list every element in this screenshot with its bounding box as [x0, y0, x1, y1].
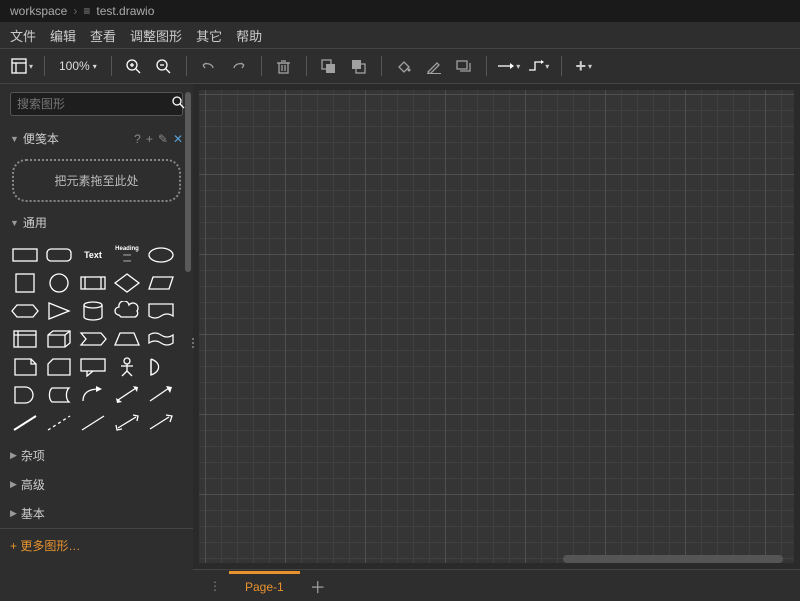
breadcrumb-separator: › [73, 4, 77, 18]
to-front-button[interactable] [315, 52, 343, 80]
chevron-down-icon: ▼ [10, 134, 19, 144]
shape-heading[interactable]: Heading━━━━━━━━━━ [112, 243, 142, 267]
shape-card[interactable] [44, 355, 74, 379]
shape-arrow[interactable] [146, 383, 176, 407]
menu-extras[interactable]: 其它 [196, 26, 222, 45]
shape-dashed-line[interactable] [44, 411, 74, 435]
shape-callout[interactable] [78, 355, 108, 379]
misc-header[interactable]: ▶ 杂项 [0, 441, 193, 470]
basic-title: 基本 [21, 505, 45, 522]
shape-line[interactable] [78, 411, 108, 435]
line-color-button[interactable] [420, 52, 448, 80]
drawing-canvas[interactable] [199, 90, 794, 563]
shapes-generic-title: 通用 [23, 214, 47, 231]
file-type-icon: ≡ [83, 4, 90, 18]
basic-header[interactable]: ▶ 基本 [0, 499, 193, 528]
redo-button[interactable] [225, 52, 253, 80]
shapes-palette: Text Heading━━━━━━━━━━ [0, 237, 193, 441]
breadcrumb-root[interactable]: workspace [10, 4, 67, 18]
search-icon[interactable] [172, 96, 185, 112]
menubar: 文件 编辑 查看 调整图形 其它 帮助 [0, 22, 800, 48]
add-page-button[interactable]: ＋ [300, 574, 336, 598]
shape-process[interactable] [78, 271, 108, 295]
help-icon[interactable]: ? [134, 132, 141, 146]
shape-line-thick[interactable] [10, 411, 40, 435]
menu-file[interactable]: 文件 [10, 26, 36, 45]
shape-bidir-thin-arrow[interactable] [112, 411, 142, 435]
waypoint-button[interactable]: ▾ [525, 52, 553, 80]
shape-curve-arrow[interactable] [78, 383, 108, 407]
misc-title: 杂项 [21, 447, 45, 464]
shape-thin-arrow[interactable] [146, 411, 176, 435]
shapes-generic-header[interactable]: ▼ 通用 [0, 208, 193, 237]
shape-cube[interactable] [44, 327, 74, 351]
zoom-in-button[interactable] [120, 52, 148, 80]
shape-square[interactable] [10, 271, 40, 295]
shape-ellipse[interactable] [146, 243, 176, 267]
view-mode-button[interactable]: ▾ [8, 52, 36, 80]
breadcrumb: workspace › ≡ test.drawio [0, 0, 800, 22]
page-tab-1[interactable]: Page-1 [229, 571, 300, 600]
fill-color-button[interactable] [390, 52, 418, 80]
menu-view[interactable]: 查看 [90, 26, 116, 45]
shape-cylinder[interactable] [78, 299, 108, 323]
sidebar-splitter[interactable] [190, 333, 196, 353]
shape-triangle[interactable] [44, 299, 74, 323]
close-icon[interactable]: ✕ [173, 132, 183, 146]
scratchpad-title: 便笺本 [23, 130, 59, 147]
undo-button[interactable] [195, 52, 223, 80]
zoom-out-button[interactable] [150, 52, 178, 80]
menu-arrange[interactable]: 调整图形 [130, 26, 182, 45]
shape-circle[interactable] [44, 271, 74, 295]
shape-document[interactable] [146, 299, 176, 323]
shape-tape[interactable] [146, 327, 176, 351]
shape-text[interactable]: Text [78, 243, 108, 267]
toolbar: ▾ 100%▾ ▾ ▾ +▾ [0, 48, 800, 84]
shape-diamond[interactable] [112, 271, 142, 295]
shapes-sidebar: ▼ 便笺本 ? + ✎ ✕ 把元素拖至此处 ▼ 通用 Text [0, 84, 193, 601]
more-shapes-button[interactable]: + 更多图形… [0, 528, 193, 562]
scratchpad-dropzone[interactable]: 把元素拖至此处 [12, 159, 181, 202]
menu-edit[interactable]: 编辑 [50, 26, 76, 45]
shape-or[interactable] [146, 355, 176, 379]
edit-icon[interactable]: ✎ [158, 132, 168, 146]
shape-and[interactable] [10, 383, 40, 407]
shape-parallelogram[interactable] [146, 271, 176, 295]
shape-trapezoid[interactable] [112, 327, 142, 351]
chevron-right-icon: ▶ [10, 479, 17, 490]
to-back-button[interactable] [345, 52, 373, 80]
scratchpad-header[interactable]: ▼ 便笺本 ? + ✎ ✕ [0, 124, 193, 153]
search-shapes-box [10, 92, 183, 116]
advanced-header[interactable]: ▶ 高级 [0, 470, 193, 499]
shape-rectangle[interactable] [10, 243, 40, 267]
shape-step[interactable] [78, 327, 108, 351]
canvas-horizontal-scrollbar[interactable] [563, 555, 783, 563]
shape-hexagon[interactable] [10, 299, 40, 323]
menu-help[interactable]: 帮助 [236, 26, 262, 45]
search-shapes-input[interactable] [17, 97, 172, 111]
pages-menu-button[interactable]: ⋮ [201, 579, 229, 593]
shape-actor[interactable] [112, 355, 142, 379]
insert-button[interactable]: +▾ [570, 52, 598, 80]
chevron-down-icon: ▼ [10, 218, 19, 228]
advanced-title: 高级 [21, 476, 45, 493]
shape-internal-storage[interactable] [10, 327, 40, 351]
shape-data-storage[interactable] [44, 383, 74, 407]
shape-rounded-rect[interactable] [44, 243, 74, 267]
shape-cloud[interactable] [112, 299, 142, 323]
shape-note[interactable] [10, 355, 40, 379]
page-tabs: ⋮ Page-1 ＋ [193, 569, 800, 601]
add-icon[interactable]: + [146, 132, 153, 146]
zoom-dropdown[interactable]: 100%▾ [53, 55, 103, 77]
chevron-right-icon: ▶ [10, 450, 17, 461]
connection-button[interactable]: ▾ [495, 52, 523, 80]
breadcrumb-file[interactable]: test.drawio [96, 4, 154, 18]
delete-button[interactable] [270, 52, 298, 80]
shape-bidir-arrow[interactable] [112, 383, 142, 407]
shadow-button[interactable] [450, 52, 478, 80]
chevron-right-icon: ▶ [10, 508, 17, 519]
